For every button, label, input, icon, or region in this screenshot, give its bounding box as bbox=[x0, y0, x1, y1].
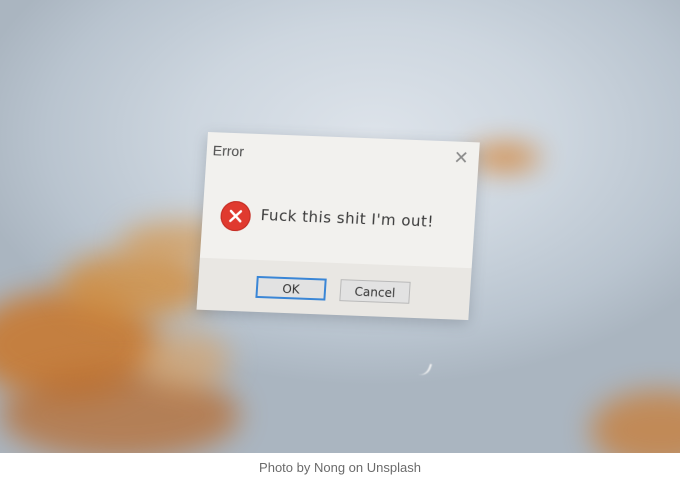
ok-button[interactable]: OK bbox=[255, 275, 327, 301]
dialog-title: Error bbox=[212, 142, 245, 160]
error-dialog: Error ✕ Fuck this shit I'm out! OK Cance… bbox=[196, 132, 480, 321]
cancel-button[interactable]: Cancel bbox=[339, 279, 411, 304]
error-icon bbox=[219, 200, 252, 232]
blurred-plant-left-5 bbox=[140, 330, 230, 390]
dialog-button-bar: OK Cancel bbox=[196, 257, 472, 321]
blurred-plant-top bbox=[470, 145, 540, 170]
error-message: Fuck this shit I'm out! bbox=[260, 206, 435, 231]
close-icon[interactable]: ✕ bbox=[453, 147, 469, 168]
blurred-plant-right bbox=[590, 390, 680, 453]
photo-caption: Photo by Nong on Unsplash bbox=[259, 460, 421, 475]
photo: Error ✕ Fuck this shit I'm out! OK Cance… bbox=[0, 0, 680, 453]
busy-cursor-icon bbox=[415, 360, 433, 378]
